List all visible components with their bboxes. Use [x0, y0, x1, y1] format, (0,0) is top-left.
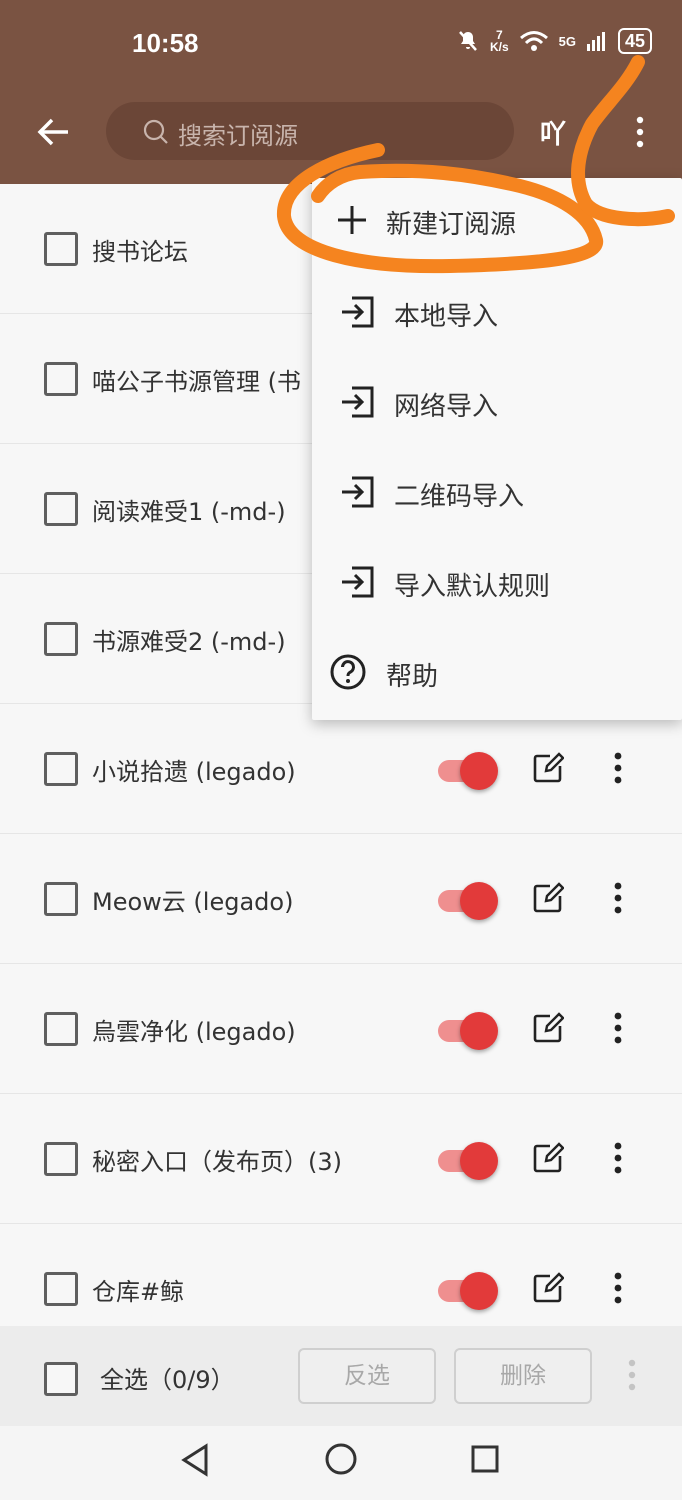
status-icons: 7 K/s 5G 45 — [456, 28, 652, 54]
nav-home-icon[interactable] — [324, 1442, 358, 1476]
more-vert-icon[interactable] — [604, 1138, 632, 1178]
item-label: 搜书论坛 — [92, 238, 188, 266]
toggle-thumb — [460, 1142, 498, 1180]
net-speed-unit: K/s — [489, 40, 509, 54]
delete-button[interactable]: 删除 — [454, 1348, 592, 1404]
more-vert-icon[interactable] — [604, 878, 632, 918]
item-checkbox[interactable] — [44, 362, 78, 396]
signal-label: 5G — [558, 33, 576, 49]
status-time: 10:58 — [132, 28, 199, 58]
menu-item-help[interactable]: 帮助 — [312, 630, 682, 720]
search-icon — [143, 119, 168, 144]
enable-toggle[interactable] — [438, 1142, 498, 1180]
enable-toggle[interactable] — [438, 882, 498, 920]
wifi-icon — [519, 31, 548, 51]
item-checkbox[interactable] — [44, 1272, 78, 1306]
import-icon — [342, 566, 374, 598]
list-item[interactable]: 小说拾遗 (legado) — [0, 704, 682, 834]
menu-item-label: 帮助 — [386, 662, 439, 692]
more-vert-icon[interactable] — [620, 1356, 644, 1394]
more-vert-icon[interactable] — [604, 1268, 632, 1308]
toolbar-extra-button[interactable]: 吖 — [540, 114, 566, 151]
menu-item-label: 网络导入 — [394, 392, 499, 422]
item-label: 烏雲净化 (legado) — [92, 1018, 296, 1046]
toggle-thumb — [460, 752, 498, 790]
search-placeholder: 搜索订阅源 — [178, 122, 298, 150]
overflow-menu-icon[interactable] — [626, 112, 654, 152]
item-label: Meow云 (legado) — [92, 888, 294, 916]
overflow-popup-menu: 新建订阅源 本地导入 网络导入 二维码导入 导入默认规则 帮助 — [312, 178, 682, 720]
system-nav-bar — [0, 1426, 682, 1500]
menu-item-local-import[interactable]: 本地导入 — [312, 270, 682, 360]
more-vert-icon[interactable] — [604, 748, 632, 788]
item-checkbox[interactable] — [44, 752, 78, 786]
menu-item-label: 二维码导入 — [394, 482, 525, 512]
import-icon — [342, 296, 374, 328]
item-checkbox[interactable] — [44, 1142, 78, 1176]
edit-icon[interactable] — [532, 1142, 564, 1174]
import-icon — [342, 386, 374, 418]
menu-item-label: 导入默认规则 — [394, 572, 551, 602]
menu-item-qrcode-import[interactable]: 二维码导入 — [312, 450, 682, 540]
item-label: 书源难受2 (-md-) — [92, 628, 286, 656]
battery-indicator: 45 — [617, 28, 652, 54]
mute-icon — [459, 31, 477, 51]
enable-toggle[interactable] — [438, 1012, 498, 1050]
list-item[interactable]: 烏雲净化 (legado) — [0, 964, 682, 1094]
toolbar: 搜索订阅源 吖 — [0, 88, 682, 184]
item-checkbox[interactable] — [44, 622, 78, 656]
menu-item-new-source[interactable]: 新建订阅源 — [312, 178, 682, 268]
menu-item-label: 新建订阅源 — [386, 210, 517, 240]
signal-icon — [586, 32, 605, 51]
net-speed: 7 K/s — [490, 29, 509, 53]
nav-recent-apps-icon[interactable] — [470, 1444, 500, 1474]
back-arrow-icon[interactable] — [34, 112, 74, 152]
select-all-label[interactable]: 全选（0/9） — [100, 1360, 235, 1395]
enable-toggle[interactable] — [438, 752, 498, 790]
menu-item-import-default-rules[interactable]: 导入默认规则 — [312, 540, 682, 630]
item-checkbox[interactable] — [44, 1012, 78, 1046]
menu-item-network-import[interactable]: 网络导入 — [312, 360, 682, 450]
toggle-thumb — [460, 1272, 498, 1310]
toggle-thumb — [460, 882, 498, 920]
status-bar: 10:58 7 K/s 5G 45 — [0, 0, 682, 88]
nav-back-icon[interactable] — [178, 1442, 212, 1478]
item-checkbox[interactable] — [44, 232, 78, 266]
toggle-thumb — [460, 1012, 498, 1050]
bottom-action-bar: 全选（0/9） 反选 删除 — [0, 1326, 682, 1426]
item-label: 仓库#鲸 — [92, 1278, 185, 1306]
more-vert-icon[interactable] — [604, 1008, 632, 1048]
import-icon — [342, 476, 374, 508]
help-icon — [330, 654, 366, 690]
item-label: 小说拾遗 (legado) — [92, 758, 296, 786]
edit-icon[interactable] — [532, 882, 564, 914]
item-label: 喵公子书源管理 (书 — [92, 368, 301, 396]
item-label: 秘密入口（发布页）(3) — [92, 1148, 342, 1176]
list-item[interactable]: 秘密入口（发布页）(3) — [0, 1094, 682, 1224]
menu-item-label: 本地导入 — [394, 302, 499, 332]
edit-icon[interactable] — [532, 1012, 564, 1044]
item-checkbox[interactable] — [44, 882, 78, 916]
search-input[interactable]: 搜索订阅源 — [106, 102, 514, 160]
item-label: 阅读难受1 (-md-) — [92, 498, 286, 526]
plus-icon — [338, 206, 366, 234]
list-item[interactable]: Meow云 (legado) — [0, 834, 682, 964]
edit-icon[interactable] — [532, 1272, 564, 1304]
select-all-checkbox[interactable] — [44, 1362, 78, 1396]
invert-selection-button[interactable]: 反选 — [298, 1348, 436, 1404]
item-checkbox[interactable] — [44, 492, 78, 526]
edit-icon[interactable] — [532, 752, 564, 784]
enable-toggle[interactable] — [438, 1272, 498, 1310]
